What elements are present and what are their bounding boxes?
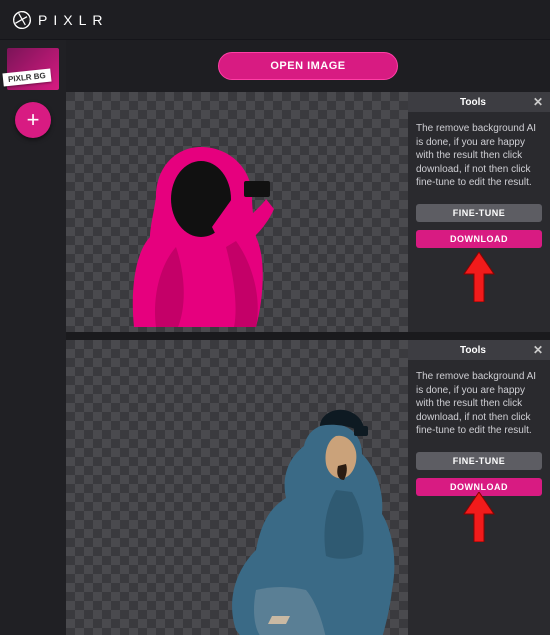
annotation-arrow-icon [462, 252, 496, 302]
tools-header: Tools ✕ [408, 340, 550, 360]
subject-image [116, 137, 286, 332]
tools-description: The remove background AI is done, if you… [408, 360, 550, 448]
app-header: PIXLR [0, 0, 550, 40]
close-icon[interactable]: ✕ [532, 96, 544, 108]
bg-remover-thumbnail[interactable]: PIXLR BG [7, 48, 59, 90]
download-button[interactable]: DOWNLOAD [416, 230, 542, 248]
fine-tune-button[interactable]: FINE-TUNE [416, 204, 542, 222]
brand-logo: PIXLR [12, 10, 108, 30]
canvas[interactable] [66, 92, 408, 332]
tools-description: The remove background AI is done, if you… [408, 112, 550, 200]
tools-title: Tools [414, 345, 532, 356]
tools-title: Tools [414, 97, 532, 108]
toolbar: OPEN IMAGE [66, 40, 550, 92]
close-icon[interactable]: ✕ [532, 344, 544, 356]
annotation-arrow-icon [462, 492, 496, 542]
subject-image [186, 380, 408, 635]
result-panel: Tools ✕ The remove background AI is done… [66, 340, 550, 635]
bg-remover-label: PIXLR BG [2, 69, 51, 87]
open-image-button[interactable]: OPEN IMAGE [218, 52, 398, 80]
aperture-icon [12, 10, 32, 30]
fine-tune-button[interactable]: FINE-TUNE [416, 452, 542, 470]
workspace: Tools ✕ The remove background AI is done… [66, 92, 550, 635]
sidebar: PIXLR BG + [0, 40, 66, 635]
brand-name: PIXLR [38, 12, 108, 28]
tools-header: Tools ✕ [408, 92, 550, 112]
tools-panel: Tools ✕ The remove background AI is done… [408, 340, 550, 635]
add-button[interactable]: + [15, 102, 51, 138]
canvas[interactable] [66, 340, 408, 635]
plus-icon: + [27, 107, 40, 133]
